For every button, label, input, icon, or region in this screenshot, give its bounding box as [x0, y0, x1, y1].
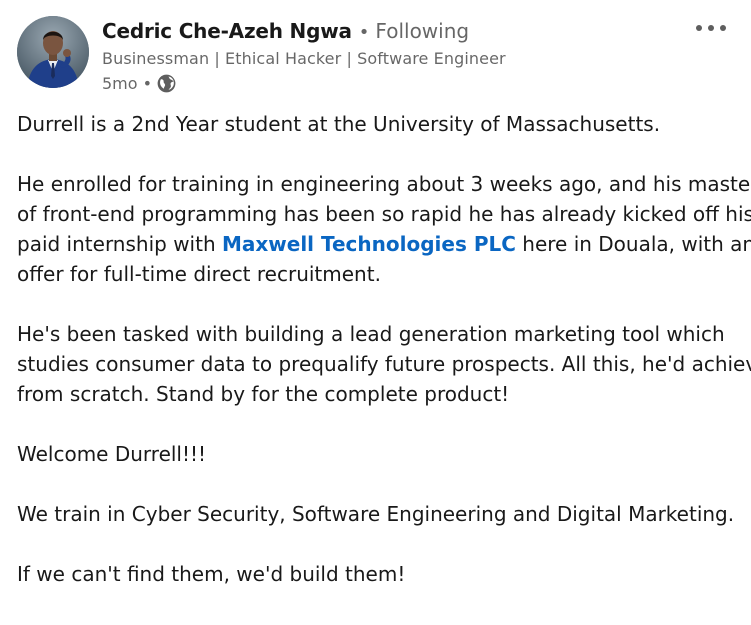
post-time: 5mo — [102, 73, 138, 93]
paragraph-line: He enrolled for training in engineering … — [17, 172, 751, 196]
post-paragraph-5: We train in Cyber Security, Software Eng… — [17, 499, 737, 529]
paragraph-line: from scratch. Stand by for the complete … — [17, 382, 510, 406]
author-avatar[interactable] — [17, 16, 89, 88]
paragraph-line-end: here in Douala, with an — [515, 232, 751, 256]
paragraph-text: Durrell is a 2nd Year student at the Uni… — [17, 112, 661, 136]
ellipsis-icon — [696, 25, 726, 31]
post-paragraph-6: If we can't find them, we'd build them! — [17, 559, 737, 589]
post-paragraph-1: Durrell is a 2nd Year student at the Uni… — [17, 109, 737, 139]
paragraph-line: of front-end programming has been so rap… — [17, 202, 751, 226]
separator-dot: • — [358, 22, 370, 43]
paragraph-text: We train in Cyber Security, Software Eng… — [17, 502, 735, 526]
post-body: Durrell is a 2nd Year student at the Uni… — [17, 109, 751, 619]
post-paragraph-2: He enrolled for training in engineering … — [17, 169, 751, 289]
paragraph-line: studies consumer data to prequalify futu… — [17, 352, 751, 376]
follow-status: Following — [375, 19, 470, 43]
post-paragraph-4: Welcome Durrell!!! — [17, 439, 737, 469]
post-header: Cedric Che-Azeh Ngwa • Following Busines… — [102, 19, 671, 95]
more-options-button[interactable] — [693, 14, 729, 42]
paragraph-text: If we can't find them, we'd build them! — [17, 562, 406, 586]
author-name[interactable]: Cedric Che-Azeh Ngwa — [102, 19, 352, 43]
post-paragraph-3: He's been tasked with building a lead ge… — [17, 319, 751, 409]
paragraph-line: He's been tasked with building a lead ge… — [17, 322, 725, 346]
post-meta: 5mo • — [102, 71, 671, 95]
author-line: Cedric Che-Azeh Ngwa • Following — [102, 19, 671, 45]
paragraph-line-start: paid internship with — [17, 232, 222, 256]
company-mention-link[interactable]: Maxwell Technologies PLC — [222, 232, 516, 256]
author-headline: Businessman | Ethical Hacker | Software … — [102, 49, 506, 68]
meta-separator-dot: • — [142, 73, 152, 93]
feed-post: Cedric Che-Azeh Ngwa • Following Busines… — [0, 0, 751, 625]
paragraph-line: offer for full-time direct recruitment. — [17, 262, 381, 286]
globe-icon — [157, 74, 176, 93]
avatar-photo — [17, 16, 89, 88]
paragraph-text: Welcome Durrell!!! — [17, 442, 207, 466]
